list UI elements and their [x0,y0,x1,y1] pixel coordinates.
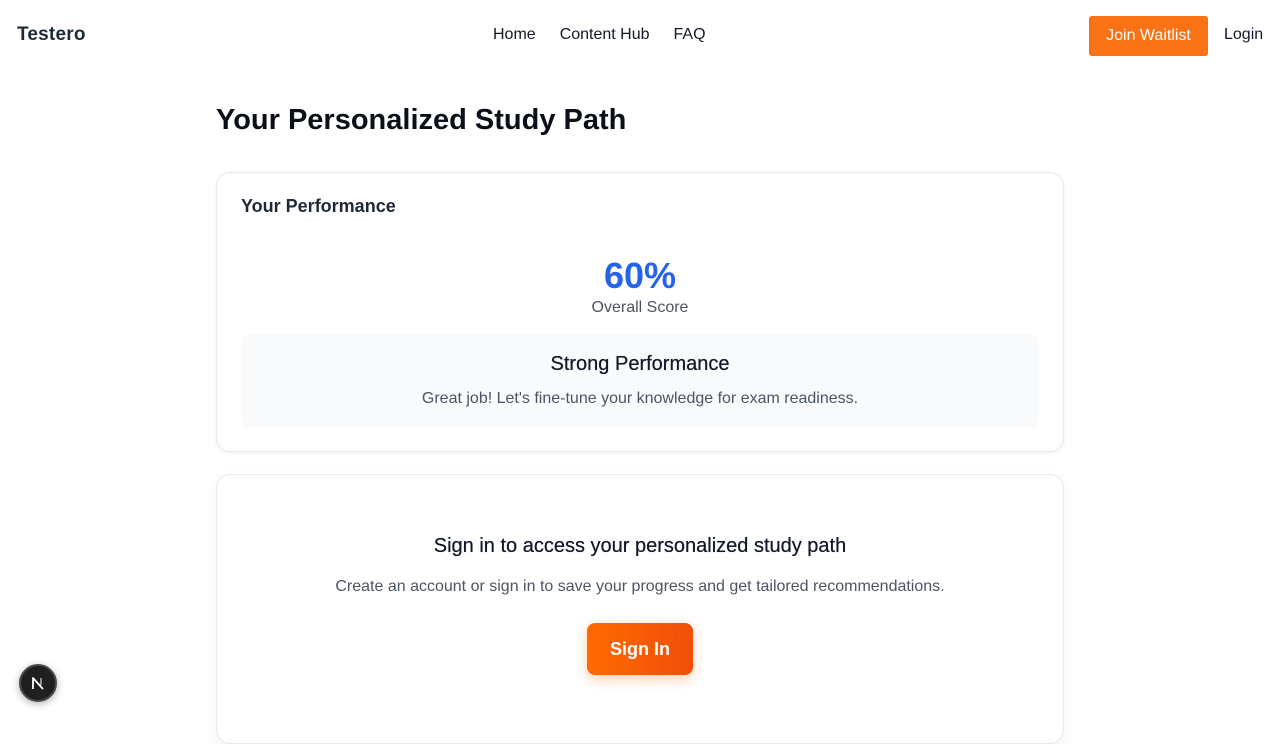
overall-score-label: Overall Score [591,299,689,316]
performance-status-title: Strong Performance [550,353,730,375]
floating-dev-button[interactable] [19,664,57,702]
top-navbar: Testero Home Content Hub FAQ Join Waitli… [0,0,1280,72]
nav-faq-link[interactable]: FAQ [674,26,706,44]
brand-logo[interactable]: Testero [17,24,86,46]
join-waitlist-button[interactable]: Join Waitlist [1089,16,1208,56]
sign-in-button[interactable]: Sign In [587,623,693,675]
signin-card: Sign in to access your personalized stud… [216,474,1064,744]
performance-status-box: Strong Performance Great job! Let's fine… [241,335,1039,427]
main-nav: Home Content Hub FAQ [493,26,706,44]
performance-heading: Your Performance [241,196,396,216]
next-logo-icon [32,677,44,690]
performance-card: Your Performance 60% Overall Score Stron… [216,172,1064,452]
nav-content-hub-link[interactable]: Content Hub [560,26,650,44]
login-link[interactable]: Login [1224,26,1263,44]
signin-title: Sign in to access your personalized stud… [433,535,847,557]
overall-score-value: 60% [603,255,677,296]
performance-status-text: Great job! Let's fine-tune your knowledg… [421,390,859,407]
nav-home-link[interactable]: Home [493,26,536,44]
page-title: Your Personalized Study Path [216,104,627,136]
signin-description: Create an account or sign in to save you… [335,578,945,595]
